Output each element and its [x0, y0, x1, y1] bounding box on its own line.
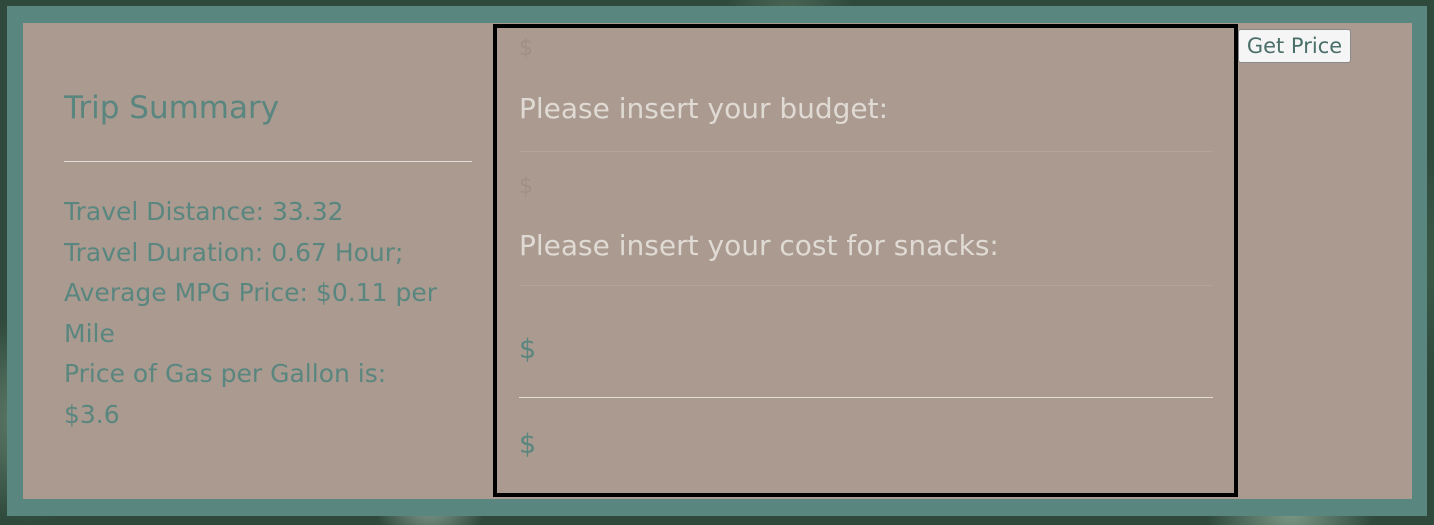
remaining-budget-value: $ — [519, 429, 537, 460]
total-cost-value: $ — [519, 334, 537, 365]
gas-price: Price of Gas per Gallon is: $3.6 — [64, 359, 387, 429]
snacks-prefix: $ — [519, 174, 533, 199]
snacks-label: Please insert your cost for snacks: — [519, 229, 999, 262]
summary-divider — [64, 161, 472, 162]
average-mpg-price: Average MPG Price: $0.11 per Mile — [64, 278, 437, 348]
travel-distance: Travel Distance: 33.32 — [64, 197, 344, 226]
snacks-input[interactable] — [519, 285, 1213, 286]
trip-summary: Trip Summary Travel Distance: 33.32 Trav… — [64, 88, 472, 435]
summary-title: Trip Summary — [64, 90, 280, 126]
budget-label: Please insert your budget: — [519, 92, 889, 125]
get-price-button[interactable]: Get Price — [1238, 29, 1351, 63]
budget-prefix: $ — [519, 36, 533, 61]
result-divider — [519, 397, 1213, 398]
budget-input[interactable] — [519, 151, 1213, 152]
travel-duration: Travel Duration: 0.67 Hour; — [64, 237, 404, 267]
budget-form: $ Please insert your budget: $ Please in… — [493, 24, 1238, 497]
summary-details: Travel Distance: 33.32 Travel Duration: … — [64, 192, 444, 435]
